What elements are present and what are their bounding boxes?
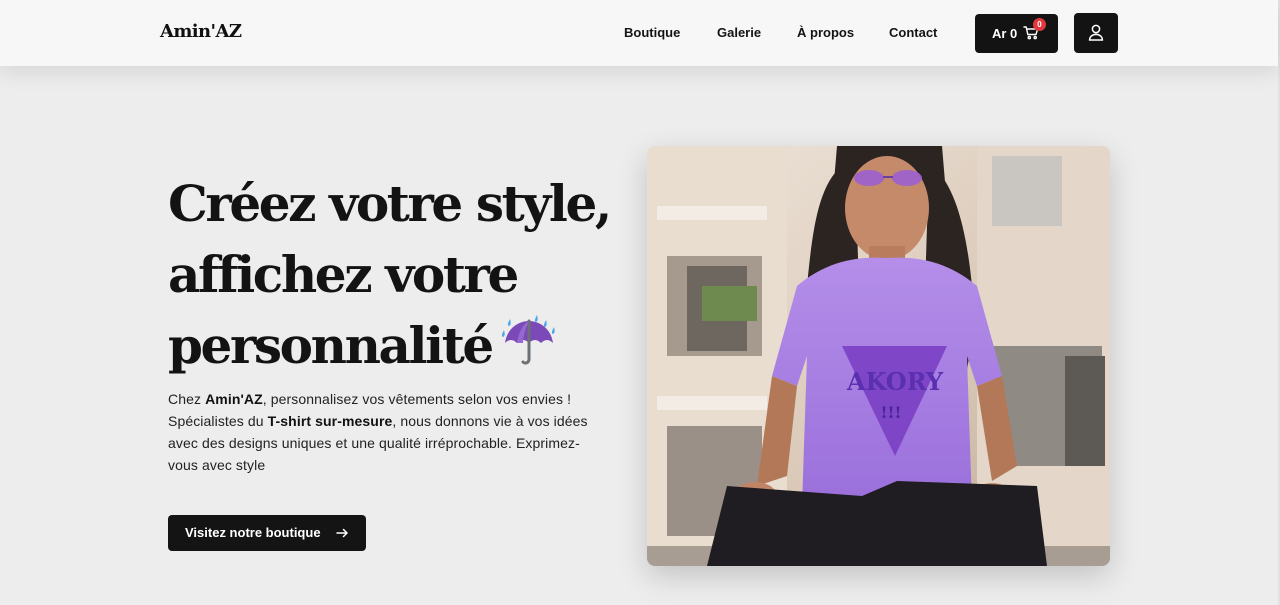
shirt-print-text: AKORY xyxy=(846,367,944,396)
nav-boutique[interactable]: Boutique xyxy=(624,25,680,40)
cart-count-badge: 0 xyxy=(1033,18,1046,31)
hero-headline: Créez votre style, affichez votre person… xyxy=(168,168,648,387)
headline-line-3: personnalité xyxy=(168,310,648,387)
user-icon xyxy=(1088,24,1104,41)
cart-total: Ar 0 xyxy=(992,26,1018,41)
site-header: Amin'AZ Boutique Galerie À propos Contac… xyxy=(0,0,1278,66)
headline-line-2: affichez votre xyxy=(168,245,519,304)
site-logo[interactable]: Amin'AZ xyxy=(160,21,242,42)
nav-a-propos[interactable]: À propos xyxy=(797,25,854,40)
cart-button[interactable]: Ar 0 0 xyxy=(975,14,1058,53)
description-highlight: T-shirt sur-mesure xyxy=(267,413,393,429)
hero-description: Chez Amin'AZ, personnalisez vos vêtement… xyxy=(168,388,608,476)
hero-model-photo: AKORY !!! xyxy=(647,146,1110,566)
description-text-1: Chez xyxy=(168,391,206,407)
visit-shop-button[interactable]: Visitez notre boutique xyxy=(168,515,366,551)
headline-line-1: Créez votre style, xyxy=(168,174,612,233)
nav-galerie[interactable]: Galerie xyxy=(717,25,761,40)
shirt-print-subtext: !!! xyxy=(880,403,901,422)
visit-shop-label: Visitez notre boutique xyxy=(185,525,321,540)
headline-line-3-text: personnalité xyxy=(168,316,494,375)
nav-contact[interactable]: Contact xyxy=(889,25,937,40)
arrow-right-icon xyxy=(336,528,348,538)
account-button[interactable] xyxy=(1074,13,1118,53)
description-brand: Amin'AZ xyxy=(205,391,263,407)
umbrella-rain-icon xyxy=(500,315,558,387)
